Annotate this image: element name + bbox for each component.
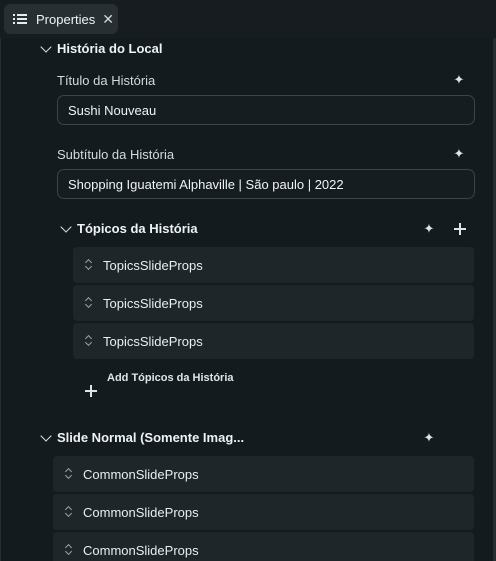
list-item[interactable]: CommonSlideProps bbox=[53, 532, 474, 561]
list-item-label: TopicsSlideProps bbox=[103, 333, 203, 349]
subtitulo-input[interactable]: Shopping Iguatemi Alphaville | São paulo… bbox=[57, 169, 475, 199]
sparkle-icon[interactable]: ✦ bbox=[452, 147, 466, 161]
list-item[interactable]: CommonSlideProps bbox=[53, 494, 474, 530]
add-topicos-button[interactable]: Add Tópicos da História bbox=[107, 372, 234, 384]
drag-handle-icon[interactable] bbox=[84, 258, 94, 272]
list-item-label: TopicsSlideProps bbox=[103, 295, 203, 311]
tab-label: Properties bbox=[36, 11, 96, 27]
sparkle-icon[interactable]: ✦ bbox=[452, 73, 466, 87]
drag-handle-icon[interactable] bbox=[64, 543, 74, 557]
titulo-input[interactable]: Sushi Nouveau bbox=[57, 95, 475, 125]
top-bar: Properties ✕ bbox=[0, 0, 496, 38]
sparkle-icon[interactable]: ✦ bbox=[422, 222, 436, 236]
drag-handle-icon[interactable] bbox=[84, 296, 94, 310]
section-title-slide-normal[interactable]: Slide Normal (Somente Imag... bbox=[57, 430, 244, 445]
properties-panel: História do Local Título da História ✦ S… bbox=[0, 38, 496, 561]
titulo-label: Título da História bbox=[57, 73, 156, 88]
drag-handle-icon[interactable] bbox=[84, 334, 94, 348]
scrollbar[interactable] bbox=[493, 38, 495, 561]
drag-handle-icon[interactable] bbox=[64, 467, 74, 481]
sparkle-icon[interactable]: ✦ bbox=[422, 431, 436, 445]
chevron-down-icon[interactable] bbox=[60, 221, 72, 233]
chevron-down-icon[interactable] bbox=[40, 41, 52, 53]
list-item[interactable]: CommonSlideProps bbox=[53, 456, 474, 492]
list-icon bbox=[13, 13, 27, 25]
subtitulo-label: Subtítulo da História bbox=[57, 147, 175, 162]
list-item-label: CommonSlideProps bbox=[83, 466, 199, 482]
list-item-label: CommonSlideProps bbox=[83, 504, 199, 520]
list-item[interactable]: TopicsSlideProps bbox=[73, 285, 474, 321]
list-item-label: TopicsSlideProps bbox=[103, 257, 203, 273]
add-icon[interactable] bbox=[453, 222, 467, 236]
add-icon[interactable] bbox=[84, 384, 98, 398]
tab-properties[interactable]: Properties ✕ bbox=[4, 4, 118, 34]
drag-handle-icon[interactable] bbox=[64, 505, 74, 519]
list-item-label: CommonSlideProps bbox=[83, 542, 199, 558]
close-icon[interactable]: ✕ bbox=[102, 12, 114, 26]
list-item[interactable]: TopicsSlideProps bbox=[73, 247, 474, 283]
chevron-down-icon[interactable] bbox=[40, 430, 52, 442]
section-title-historia[interactable]: História do Local bbox=[57, 41, 162, 56]
section-title-topicos[interactable]: Tópicos da História bbox=[77, 221, 198, 236]
list-item[interactable]: TopicsSlideProps bbox=[73, 323, 474, 359]
